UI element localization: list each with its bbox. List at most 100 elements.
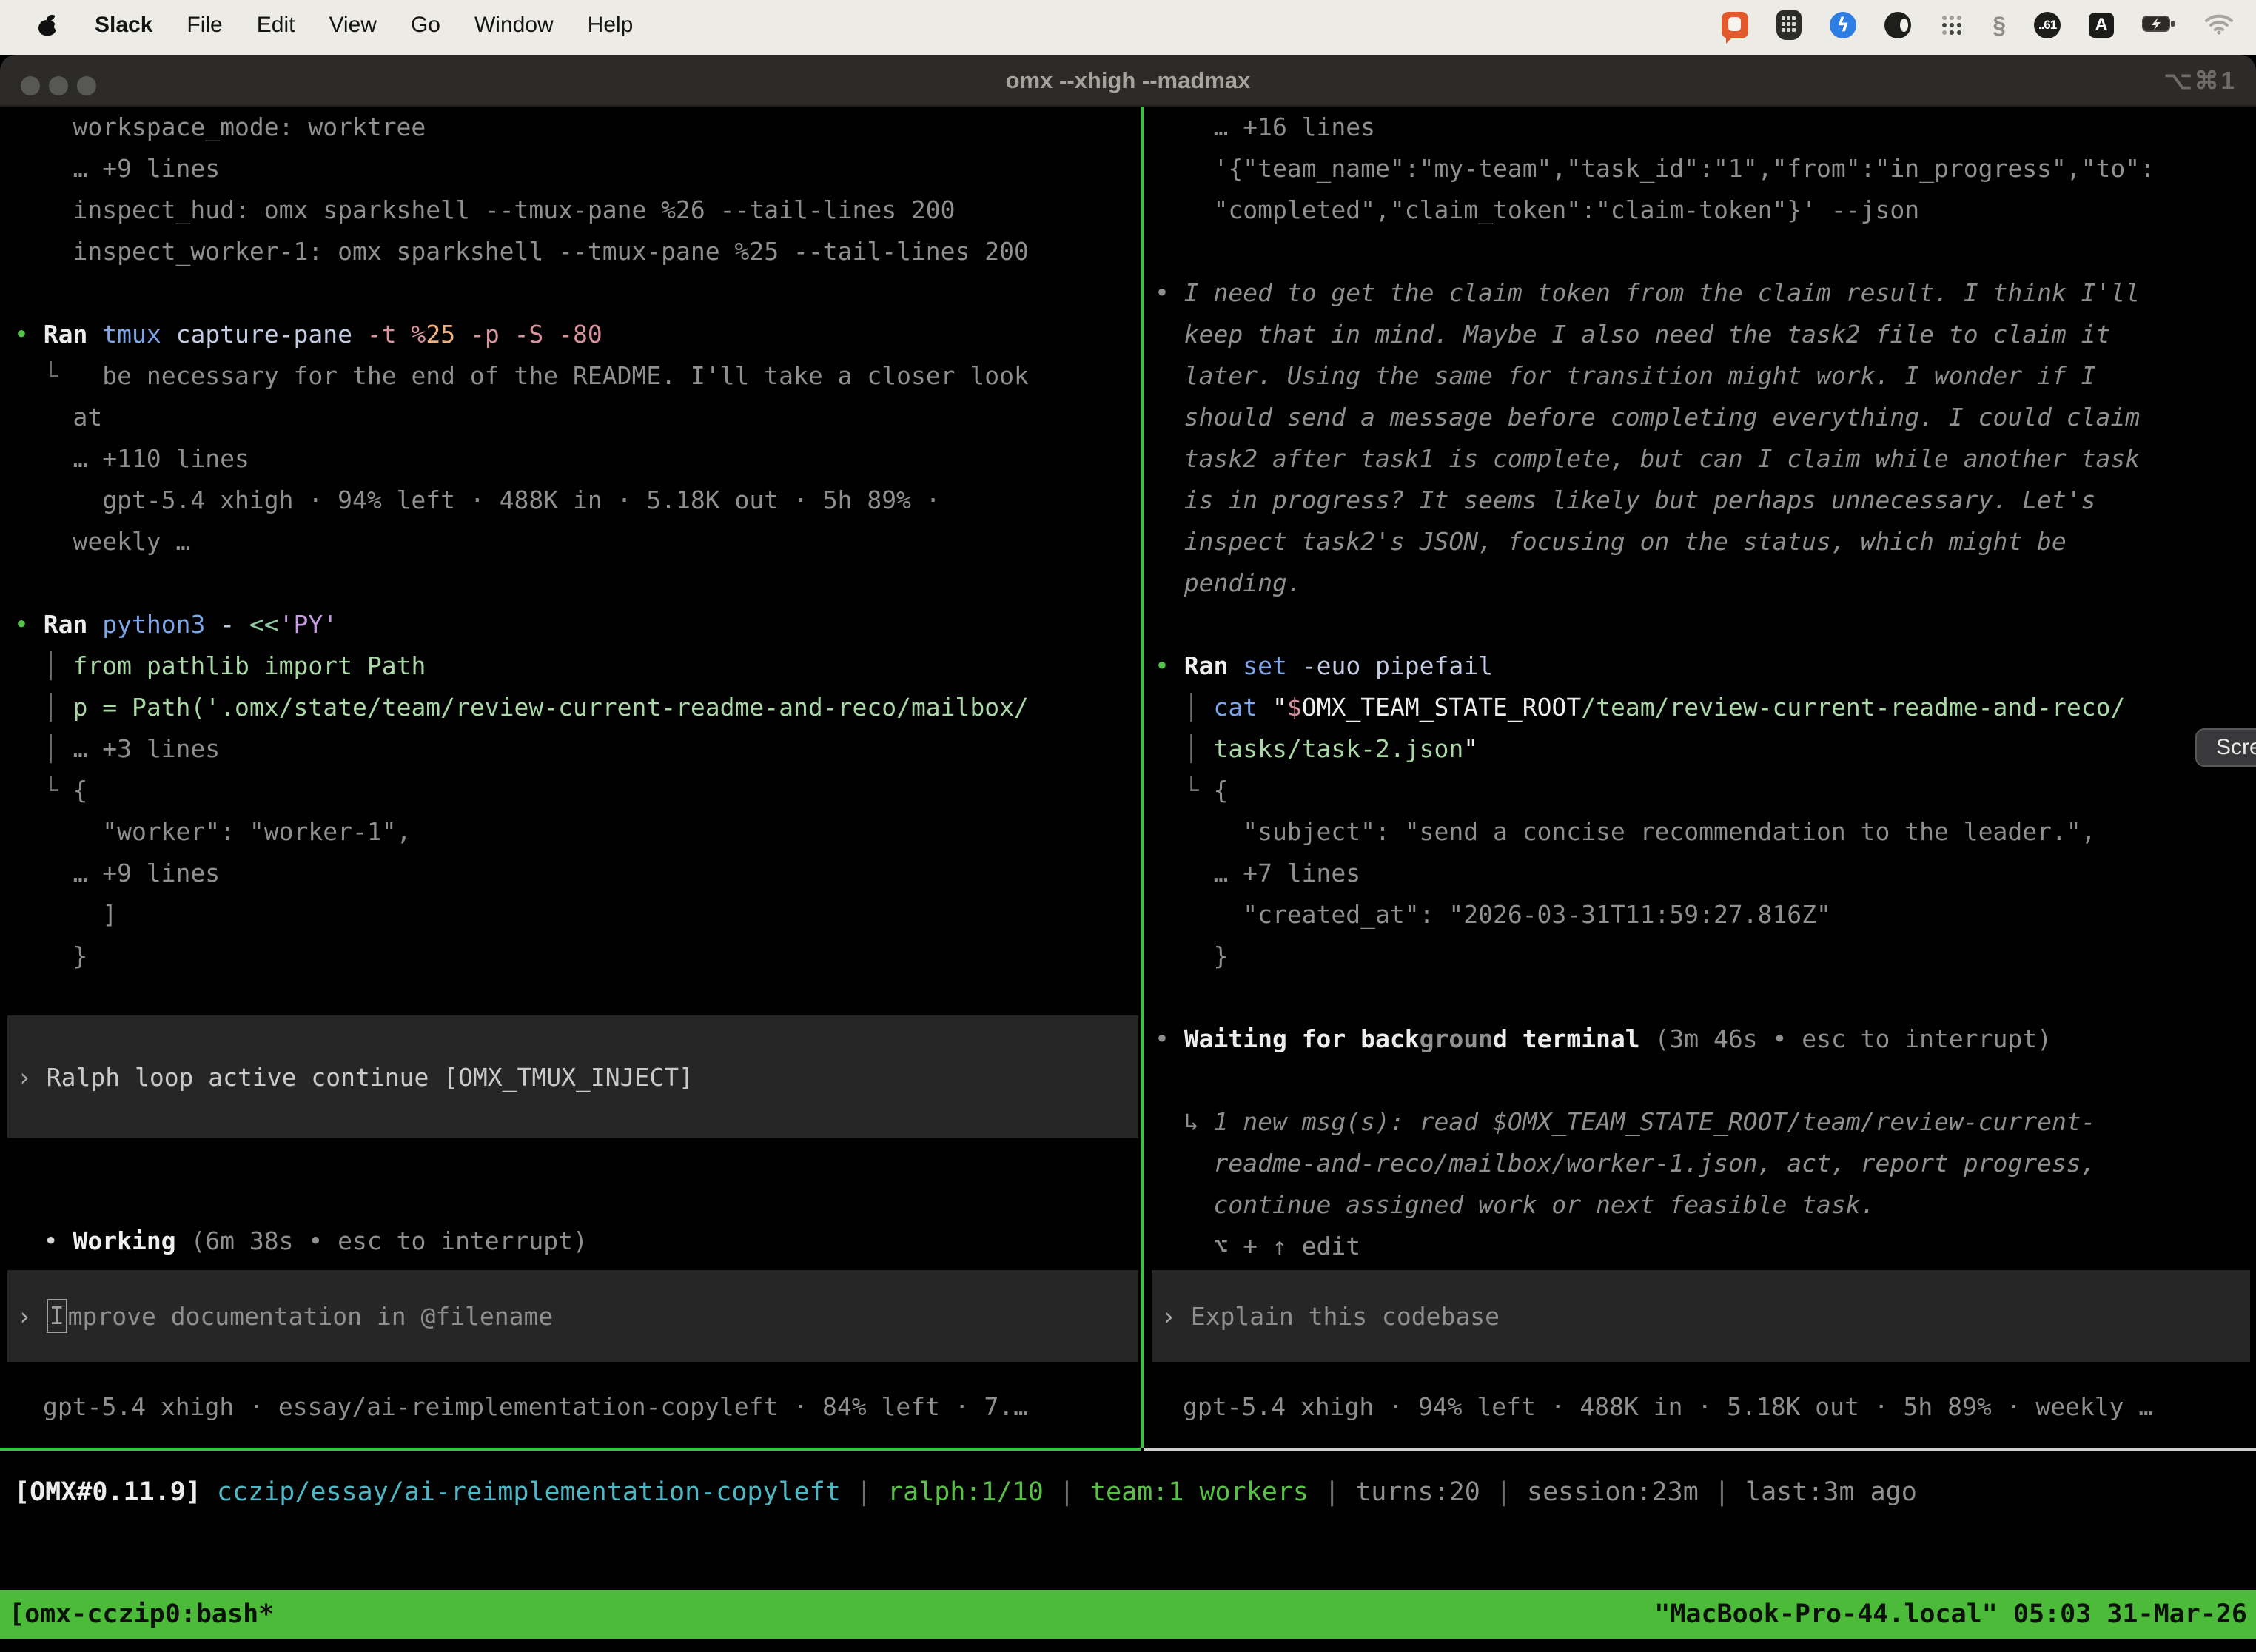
text-segment: inspect_worker-1: omx sparkshell --tmux-… <box>14 237 1029 266</box>
terminal-line: gpt-5.4 xhigh · 94% left · 488K in · 5.1… <box>14 480 1029 521</box>
menu-item-file[interactable]: File <box>187 13 222 38</box>
working-status-line: • Working (6m 38s • esc to interrupt) <box>14 1179 588 1220</box>
terminal-line: workspace_mode: worktree <box>14 107 1029 148</box>
text-segment: inspect_hud: omx sparkshell --tmux-pane … <box>14 195 956 224</box>
text-segment: … +110 lines <box>14 444 249 473</box>
terminal-line: └ { <box>1155 770 2155 811</box>
text-segment: … +3 lines <box>73 734 220 763</box>
terminal-line: inspect_worker-1: omx sparkshell --tmux-… <box>14 231 1029 272</box>
right-prompt-input[interactable]: › Explain this codebase <box>1152 1270 2250 1362</box>
terminal-line: inspect task2's JSON, focusing on the st… <box>1155 521 2155 563</box>
screen: { "palette": { "gray": "#8f8f8f", "dim":… <box>0 0 2256 1652</box>
text-segment: … +9 lines <box>14 859 220 887</box>
prompt-placeholder: Explain this codebase <box>1191 1302 1500 1331</box>
screenshot-tooltip[interactable]: Scre <box>2195 728 2256 767</box>
menu-item-help[interactable]: Help <box>588 13 634 38</box>
text-segment: { <box>73 776 87 805</box>
terminal-line: • Ran tmux capture-pane -t %25 -p -S -80 <box>14 314 1029 355</box>
terminal-line: └ { <box>14 770 1029 811</box>
text-segment: } <box>14 941 87 970</box>
terminal-line: at <box>14 397 1029 438</box>
text-segment: | <box>1044 1477 1090 1507</box>
crescent-circle-icon[interactable] <box>1884 12 1911 38</box>
terminal-line: │ cat "$OMX_TEAM_STATE_ROOT/team/review-… <box>1155 687 2155 728</box>
terminal-line: inspect_hud: omx sparkshell --tmux-pane … <box>14 189 1029 231</box>
chat-app-icon[interactable] <box>1722 12 1748 38</box>
terminal-line: • Ran python3 - <<'PY' <box>14 604 1029 645</box>
dots-grid-icon[interactable] <box>1939 13 1964 38</box>
text-segment: └ <box>1155 776 1213 805</box>
terminal-line: weekly … <box>14 521 1029 563</box>
chevron-icon: › <box>17 1063 47 1092</box>
text-segment: │ <box>14 693 73 722</box>
text-segment: later. Using the same for transition mig… <box>1155 361 2096 390</box>
chevron-icon: › <box>17 1302 47 1331</box>
working-label: Working <box>73 1226 176 1255</box>
apple-leaf <box>46 13 55 23</box>
battery-icon[interactable] <box>2142 15 2176 36</box>
terminal-line: is in progress? It seems likely but perh… <box>1155 480 2155 521</box>
menu-item-edit[interactable]: Edit <box>257 13 295 38</box>
menu-left: Slack File Edit View Go Window Help <box>38 13 633 38</box>
text-segment: | <box>841 1477 887 1507</box>
text-segment: % <box>411 320 426 349</box>
left-pane-status-line: gpt-5.4 xhigh · essay/ai-reimplementatio… <box>43 1386 1028 1428</box>
text-segment: Ran <box>44 610 102 639</box>
pane-divider[interactable] <box>1141 107 1144 1448</box>
terminal-line: readme-and-reco/mailbox/worker-1.json, a… <box>1155 1143 2155 1184</box>
text-segment: -S <box>514 320 559 349</box>
text-segment: workspace_mode: worktree <box>14 113 426 141</box>
text-segment: /team/review-current-readme-and-reco/ <box>1581 693 2125 722</box>
bolt-circle-icon[interactable]: ϟ <box>1830 12 1856 38</box>
shield-grid-icon[interactable] <box>1776 10 1802 40</box>
text-segment: p = Path('.omx/state/team/review-current… <box>73 693 1028 722</box>
terminal-line: │ … +3 lines <box>14 728 1029 770</box>
terminal-line: … +110 lines <box>14 438 1029 480</box>
working-detail: (6m 38s • esc to interrupt) <box>176 1226 588 1255</box>
text-segment: session:23m <box>1527 1477 1699 1507</box>
text-segment: set <box>1243 651 1301 680</box>
text-segment: at <box>14 403 102 432</box>
text-segment: tmux <box>102 320 175 349</box>
text-segment: "completed","claim_token":"claim-token"}… <box>1155 195 1919 224</box>
text-segment: tasks/task-2.json <box>1213 734 1463 763</box>
text-segment: Ran <box>44 320 102 349</box>
text-segment <box>201 1477 217 1507</box>
right-pane-status-line: gpt-5.4 xhigh · 94% left · 488K in · 5.1… <box>1183 1386 2153 1428</box>
text-segment: │ <box>1155 734 1213 763</box>
apple-icon[interactable] <box>38 14 58 36</box>
text-segment: $ <box>1287 693 1302 722</box>
text-segment: • <box>1155 1024 1184 1053</box>
a-square-icon[interactable]: A <box>2089 13 2114 38</box>
text-segment: << <box>249 610 279 639</box>
text-segment: | <box>1699 1477 1745 1507</box>
text-segment: be necessary for the end of the README. … <box>102 361 1029 390</box>
text-segment: Waiting for back <box>1184 1024 1420 1053</box>
terminal-line: pending. <box>1155 563 2155 604</box>
text-segment: team:1 workers <box>1090 1477 1309 1507</box>
text-segment: } <box>1155 941 1228 970</box>
terminal-line: later. Using the same for transition mig… <box>1155 355 2155 397</box>
menu-item-view[interactable]: View <box>329 13 376 38</box>
text-segment: -p <box>470 320 514 349</box>
tmux-session-label: [omx-cczip0:bash* <box>9 1590 274 1639</box>
menu-item-go[interactable]: Go <box>411 13 440 38</box>
text-segment: readme-and-reco/mailbox/worker-1.json, a… <box>1155 1149 2096 1178</box>
text-segment: inspect task2's JSON, focusing on the st… <box>1155 527 2067 556</box>
text-segment: "created_at": "2026-03-31T11:59:27.816Z" <box>1155 900 1831 929</box>
squiggle-icon[interactable]: § <box>1993 12 2006 39</box>
left-prompt-input[interactable]: › Improve documentation in @filename <box>7 1270 1138 1362</box>
tmux-host-clock: "MacBook-Pro-44.local" 05:03 31-Mar-26 <box>1654 1590 2247 1639</box>
menu-item-window[interactable]: Window <box>474 13 554 38</box>
badge-61-icon[interactable]: ..61 <box>2034 12 2061 38</box>
text-segment: ↳ <box>1155 1107 1213 1136</box>
terminal-line <box>14 272 1029 314</box>
menu-app-name[interactable]: Slack <box>95 13 152 38</box>
text-segment: │ <box>14 734 73 763</box>
terminal-line: │ tasks/task-2.json" <box>1155 728 2155 770</box>
text-segment: • <box>14 610 44 639</box>
text-segment: … +16 lines <box>1155 113 1375 141</box>
text-segment: 1 new msg(s): read $OMX_TEAM_STATE_ROOT/… <box>1213 1107 2095 1136</box>
wifi-icon[interactable] <box>2204 13 2234 38</box>
left-notice-box[interactable]: › Ralph loop active continue [OMX_TMUX_I… <box>7 1015 1138 1138</box>
